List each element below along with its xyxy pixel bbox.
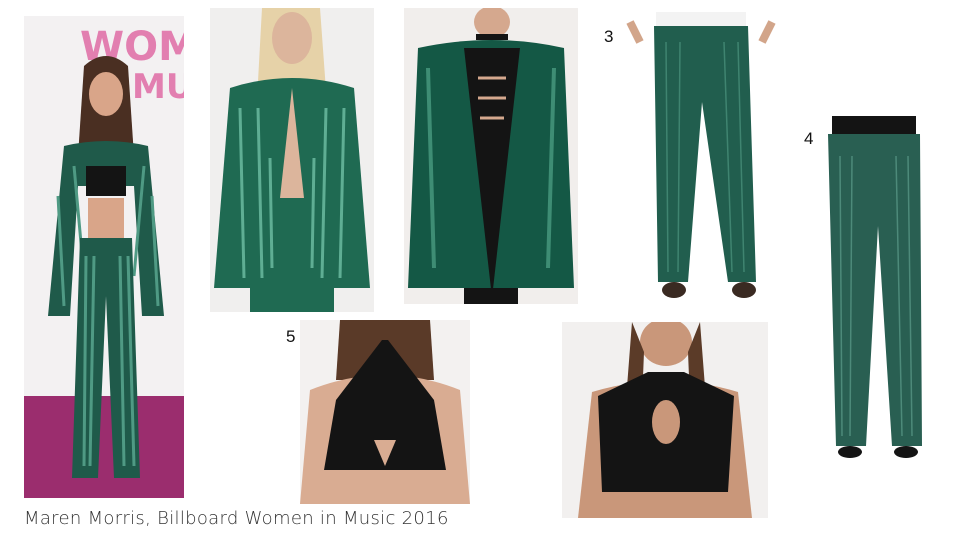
product-photo-1	[210, 8, 374, 312]
product-photo-3	[626, 12, 776, 302]
product-photo-2	[404, 8, 578, 304]
backdrop-text-2: MUS	[132, 67, 184, 107]
product-photo-4	[822, 116, 926, 462]
item-number-3: 3	[604, 27, 614, 46]
item-number-5: 5	[286, 327, 296, 346]
celebrity-photo: WOM MUS	[24, 16, 184, 498]
item-number-4: 4	[804, 129, 814, 148]
photo-caption: Maren Morris, Billboard Women in Music 2…	[24, 508, 449, 529]
product-photo-5	[300, 320, 470, 504]
product-photo-6	[562, 322, 768, 518]
